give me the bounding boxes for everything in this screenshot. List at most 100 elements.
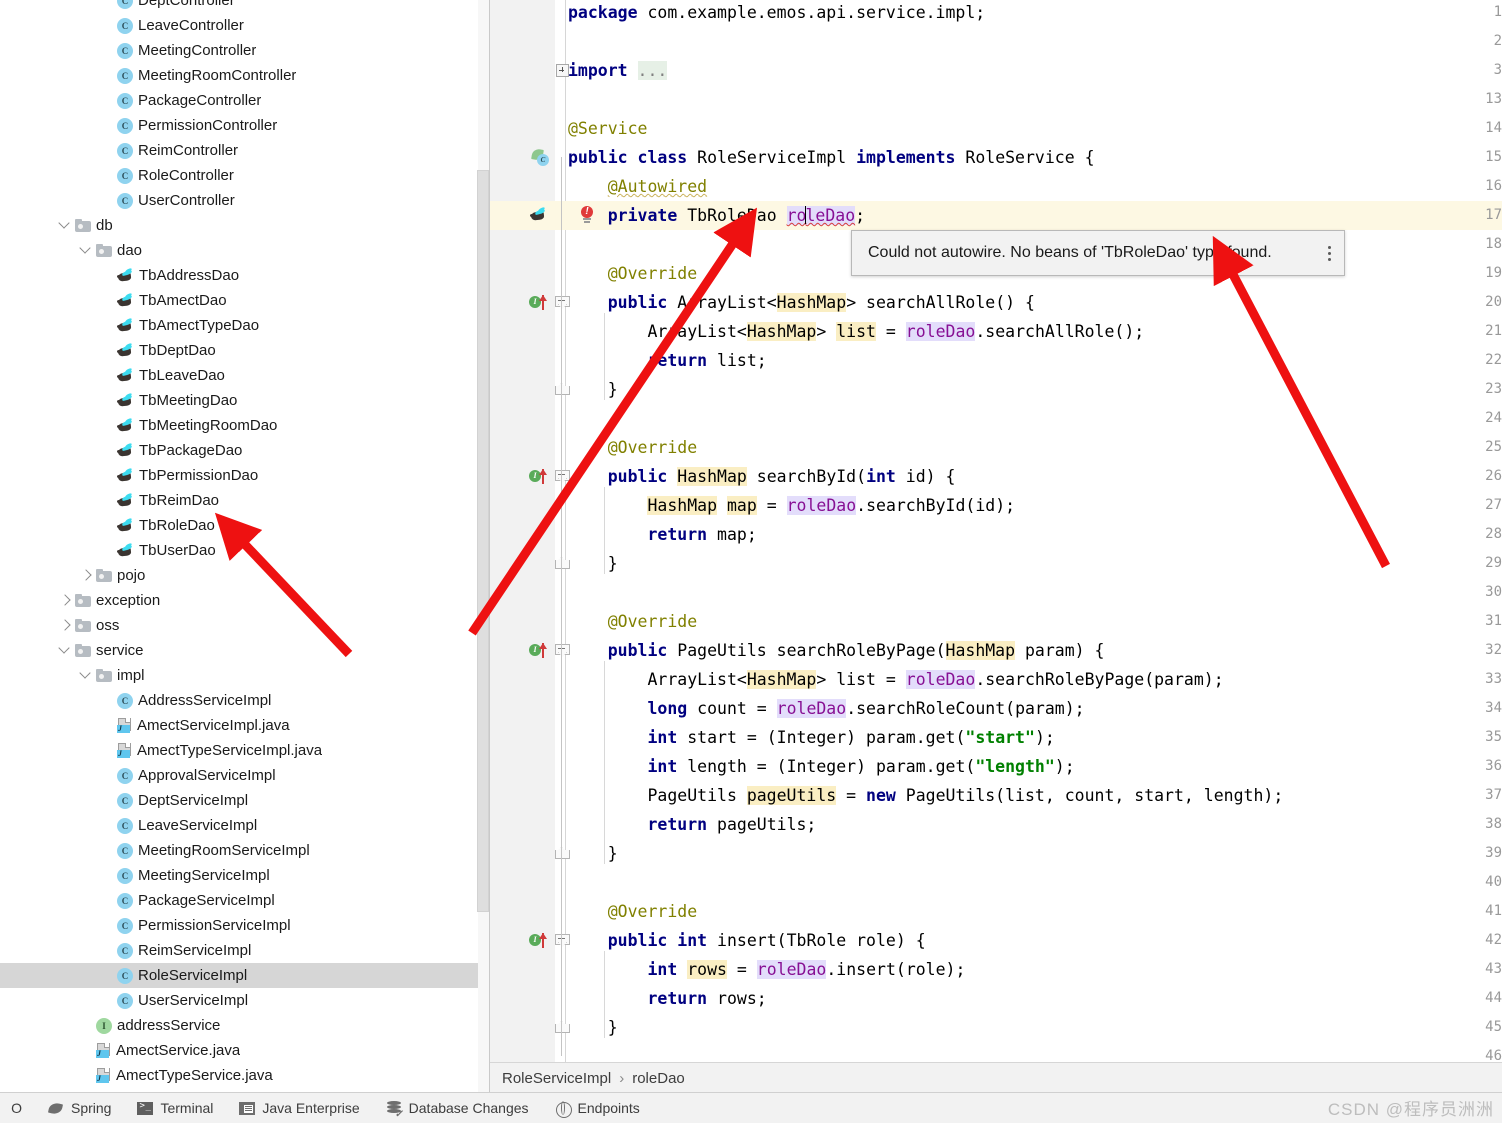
- breadcrumb-item-field[interactable]: roleDao: [632, 1070, 685, 1087]
- tree-item-oss[interactable]: oss: [0, 613, 490, 638]
- code-line[interactable]: int length = (Integer) param.get("length…: [490, 752, 1502, 781]
- chevron-right-icon[interactable]: [60, 620, 71, 631]
- code-line[interactable]: @Autowired: [490, 172, 1502, 201]
- tree-item-addressserviceimpl[interactable]: CAddressServiceImpl: [0, 688, 490, 713]
- tree-item-permissionserviceimpl[interactable]: CPermissionServiceImpl: [0, 913, 490, 938]
- code-line[interactable]: return list;: [490, 346, 1502, 375]
- tree-item-tbreimdao[interactable]: TbReimDao: [0, 488, 490, 513]
- code-line[interactable]: [490, 85, 1502, 114]
- more-options-icon[interactable]: [1314, 246, 1344, 261]
- code-line[interactable]: HashMap map = roleDao.searchById(id);: [490, 491, 1502, 520]
- tree-item-userserviceimpl[interactable]: CUserServiceImpl: [0, 988, 490, 1013]
- code-line[interactable]: [490, 578, 1502, 607]
- tree-item-deptserviceimpl[interactable]: CDeptServiceImpl: [0, 788, 490, 813]
- code-line[interactable]: int start = (Integer) param.get("start")…: [490, 723, 1502, 752]
- code-line[interactable]: ArrayList<HashMap> list = roleDao.search…: [490, 317, 1502, 346]
- code-line[interactable]: }: [490, 1013, 1502, 1042]
- code-line[interactable]: public PageUtils searchRoleByPage(HashMa…: [490, 636, 1502, 665]
- tree-item-meetingserviceimpl[interactable]: CMeetingServiceImpl: [0, 863, 490, 888]
- tree-item-tbmeetingdao[interactable]: TbMeetingDao: [0, 388, 490, 413]
- code-line[interactable]: }: [490, 839, 1502, 868]
- tree-item-tbamecttypedao[interactable]: TbAmectTypeDao: [0, 313, 490, 338]
- tree-item-addressservice[interactable]: IaddressService: [0, 1013, 490, 1038]
- tree-item-leavecontroller[interactable]: CLeaveController: [0, 13, 490, 38]
- code-line[interactable]: [490, 404, 1502, 433]
- code-line[interactable]: package com.example.emos.api.service.imp…: [490, 0, 1502, 27]
- tree-item-tbpermissiondao[interactable]: TbPermissionDao: [0, 463, 490, 488]
- tree-item-meetingroomserviceimpl[interactable]: CMeetingRoomServiceImpl: [0, 838, 490, 863]
- tree-item-db[interactable]: db: [0, 213, 490, 238]
- code-line[interactable]: return pageUtils;: [490, 810, 1502, 839]
- chevron-down-icon[interactable]: [81, 245, 92, 256]
- tree-item-rolecontroller[interactable]: CRoleController: [0, 163, 490, 188]
- tree-item-packageserviceimpl[interactable]: CPackageServiceImpl: [0, 888, 490, 913]
- code-line[interactable]: @Override: [490, 433, 1502, 462]
- tree-item-tbdeptdao[interactable]: TbDeptDao: [0, 338, 490, 363]
- tree-item-tbroledao[interactable]: TbRoleDao: [0, 513, 490, 538]
- code-line[interactable]: long count = roleDao.searchRoleCount(par…: [490, 694, 1502, 723]
- chevron-down-icon[interactable]: [60, 220, 71, 231]
- autowire-error-tooltip[interactable]: Could not autowire. No beans of 'TbRoleD…: [851, 230, 1345, 276]
- project-tree-panel[interactable]: CDeptControllerCLeaveControllerCMeetingC…: [0, 0, 490, 1092]
- code-line[interactable]: return rows;: [490, 984, 1502, 1013]
- tree-item-impl[interactable]: impl: [0, 663, 490, 688]
- code-line[interactable]: public class RoleServiceImpl implements …: [490, 143, 1502, 172]
- code-line[interactable]: [490, 868, 1502, 897]
- tree-item-service[interactable]: service: [0, 638, 490, 663]
- code-line[interactable]: }: [490, 375, 1502, 404]
- tree-item-roleserviceimpl[interactable]: CRoleServiceImpl: [0, 963, 490, 988]
- tree-item-reimcontroller[interactable]: CReimController: [0, 138, 490, 163]
- status-item-terminal[interactable]: Terminal: [137, 1100, 213, 1117]
- tree-item-dao[interactable]: dao: [0, 238, 490, 263]
- tree-item-amectservice-java[interactable]: JAmectService.java: [0, 1038, 490, 1063]
- chevron-right-icon[interactable]: [60, 595, 71, 606]
- tree-item-amecttypeserviceimpl-java[interactable]: JAmectTypeServiceImpl.java: [0, 738, 490, 763]
- tree-item-usercontroller[interactable]: CUserController: [0, 188, 490, 213]
- project-tree-scrollbar-thumb[interactable]: [477, 170, 489, 912]
- tree-item-amecttypeservice-java[interactable]: JAmectTypeService.java: [0, 1063, 490, 1088]
- tree-item-reimserviceimpl[interactable]: CReimServiceImpl: [0, 938, 490, 963]
- code-line[interactable]: ArrayList<HashMap> list = roleDao.search…: [490, 665, 1502, 694]
- code-line[interactable]: PageUtils pageUtils = new PageUtils(list…: [490, 781, 1502, 810]
- status-item-endpoints[interactable]: Endpoints: [555, 1100, 640, 1117]
- status-item-spring[interactable]: Spring: [48, 1100, 111, 1117]
- tree-item-tbleavedao[interactable]: TbLeaveDao: [0, 363, 490, 388]
- tree-item-tbuserdao[interactable]: TbUserDao: [0, 538, 490, 563]
- code-line[interactable]: [490, 1042, 1502, 1062]
- code-line[interactable]: @Override: [490, 607, 1502, 636]
- tree-item-pojo[interactable]: pojo: [0, 563, 490, 588]
- status-item-java-enterprise[interactable]: Java Enterprise: [239, 1100, 359, 1117]
- tree-item-approvalserviceimpl[interactable]: CApprovalServiceImpl: [0, 763, 490, 788]
- tree-item-tbamectdao[interactable]: TbAmectDao: [0, 288, 490, 313]
- code-line[interactable]: return map;: [490, 520, 1502, 549]
- tree-item-exception[interactable]: exception: [0, 588, 490, 613]
- code-editor[interactable]: 1231314151617181920212223242526272829303…: [490, 0, 1502, 1062]
- code-line[interactable]: public HashMap searchById(int id) {: [490, 462, 1502, 491]
- tree-item-meetingcontroller[interactable]: CMeetingController: [0, 38, 490, 63]
- tree-item-leaveserviceimpl[interactable]: CLeaveServiceImpl: [0, 813, 490, 838]
- code-line[interactable]: @Service: [490, 114, 1502, 143]
- chevron-down-icon[interactable]: [81, 670, 92, 681]
- chevron-down-icon[interactable]: [60, 645, 71, 656]
- tree-item-tbaddressdao[interactable]: TbAddressDao: [0, 263, 490, 288]
- chevron-right-icon[interactable]: [81, 570, 92, 581]
- code-line[interactable]: import ...: [490, 56, 1502, 85]
- code-line[interactable]: [490, 27, 1502, 56]
- breadcrumb[interactable]: RoleServiceImpl › roleDao: [490, 1062, 1502, 1093]
- tree-item-deptcontroller[interactable]: CDeptController: [0, 0, 490, 13]
- code-line[interactable]: private TbRoleDao roleDao;: [490, 201, 1502, 230]
- code-line[interactable]: int rows = roleDao.insert(role);: [490, 955, 1502, 984]
- code-line[interactable]: public int insert(TbRole role) {: [490, 926, 1502, 955]
- status-item-database-changes[interactable]: ✓ Database Changes: [386, 1100, 529, 1117]
- tree-item-permissioncontroller[interactable]: CPermissionController: [0, 113, 490, 138]
- code-line[interactable]: @Override: [490, 897, 1502, 926]
- status-item-overflow[interactable]: O: [0, 1100, 22, 1116]
- tree-item-tbpackagedao[interactable]: TbPackageDao: [0, 438, 490, 463]
- tree-item-amectserviceimpl-java[interactable]: JAmectServiceImpl.java: [0, 713, 490, 738]
- breadcrumb-item-class[interactable]: RoleServiceImpl: [502, 1070, 611, 1087]
- tree-item-packagecontroller[interactable]: CPackageController: [0, 88, 490, 113]
- code-line[interactable]: }: [490, 549, 1502, 578]
- code-line[interactable]: public ArrayList<HashMap> searchAllRole(…: [490, 288, 1502, 317]
- tree-item-tbmeetingroomdao[interactable]: TbMeetingRoomDao: [0, 413, 490, 438]
- tree-item-meetingroomcontroller[interactable]: CMeetingRoomController: [0, 63, 490, 88]
